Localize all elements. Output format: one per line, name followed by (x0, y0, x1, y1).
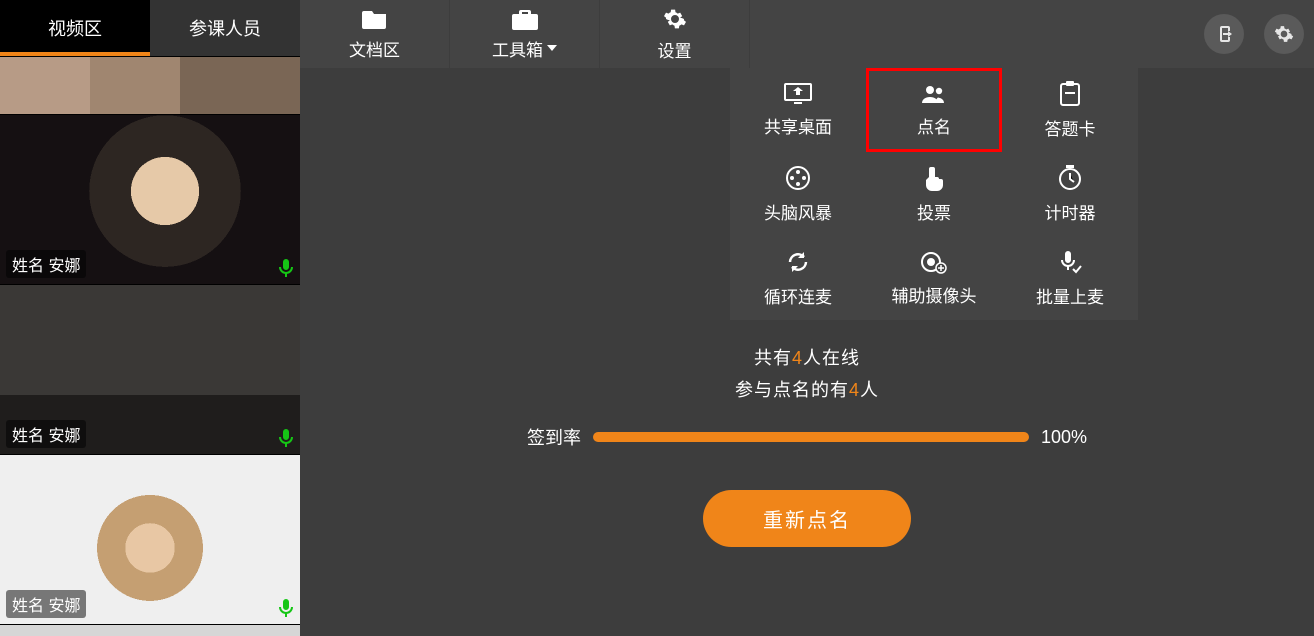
menu-answer-sheet-label: 答题卡 (1045, 115, 1096, 140)
mic-check-icon (1058, 249, 1082, 275)
menu-vote-label: 投票 (917, 199, 951, 224)
tab-participants-label: 参课人员 (189, 15, 261, 41)
briefcase-icon (512, 8, 538, 30)
menu-vote[interactable]: 投票 (866, 152, 1002, 236)
redo-label: 重新点名 (763, 510, 851, 532)
video-name-tag: 姓名 安娜 (6, 590, 86, 618)
progress-bar (593, 432, 1029, 442)
film-icon (785, 165, 811, 191)
tab-video-label: 视频区 (48, 15, 102, 41)
name-prefix: 姓名 (12, 598, 44, 615)
tool-docs[interactable]: 文档区 (300, 0, 450, 68)
joined-suffix: 人 (860, 380, 879, 400)
top-toolbar: 文档区 工具箱 设置 (300, 0, 1314, 68)
caret-down-icon (547, 45, 557, 51)
mic-icon (278, 258, 294, 278)
settings-round-button[interactable] (1264, 14, 1304, 54)
share-screen-icon (784, 83, 812, 105)
online-count: 4 (792, 348, 803, 368)
tool-toolbox-label: 工具箱 (492, 36, 557, 61)
left-panel: 视频区 参课人员 姓名 安娜 (0, 0, 300, 636)
hand-point-icon (923, 165, 945, 191)
video-list: 姓名 安娜 姓名 安娜 姓名 (0, 56, 300, 636)
video-cell[interactable]: 姓名 安娜 (0, 454, 300, 624)
mic-icon (278, 428, 294, 448)
clock-icon (1057, 165, 1083, 191)
exit-icon (1214, 24, 1234, 44)
camera-plus-icon (920, 250, 948, 274)
video-cell[interactable]: 姓名 安娜 (0, 284, 300, 454)
video-cell[interactable]: 姓名 安娜 (0, 114, 300, 284)
tab-video-area[interactable]: 视频区 (0, 0, 150, 56)
menu-timer-label: 计时器 (1045, 199, 1096, 224)
menu-aux-camera[interactable]: 辅助摄像头 (866, 236, 1002, 320)
clipboard-icon (1058, 81, 1082, 107)
main-area: 文档区 工具箱 设置 (300, 0, 1314, 636)
tool-settings-label: 设置 (658, 37, 692, 62)
tool-docs-label: 文档区 (349, 36, 400, 61)
name-value: 安娜 (48, 428, 80, 445)
video-cell[interactable]: 姓名 安娜 (0, 624, 300, 636)
rollcall-panel: 共有4人在线 参与点名的有4人 签到率 100% 重新点名 (527, 338, 1087, 547)
refresh-icon (785, 249, 811, 275)
mic-icon (278, 598, 294, 618)
folder-icon (362, 8, 388, 30)
online-line: 共有4人在线 (527, 344, 1087, 370)
rate-label: 签到率 (527, 424, 581, 450)
menu-roll-call-label: 点名 (917, 113, 951, 138)
menu-aux-camera-label: 辅助摄像头 (892, 282, 977, 307)
name-prefix: 姓名 (12, 428, 44, 445)
toolbox-menu: 共享桌面 点名 答题卡 头脑风暴 投票 计时器 (730, 68, 1138, 320)
menu-brainstorm[interactable]: 头脑风暴 (730, 152, 866, 236)
menu-share-screen-label: 共享桌面 (764, 113, 832, 138)
joined-prefix: 参与点名的有 (735, 380, 849, 400)
menu-timer[interactable]: 计时器 (1002, 152, 1138, 236)
tab-participants[interactable]: 参课人员 (150, 0, 300, 56)
menu-batch-mic-label: 批量上麦 (1036, 283, 1104, 308)
joined-line: 参与点名的有4人 (527, 376, 1087, 402)
name-prefix: 姓名 (12, 258, 44, 275)
joined-count: 4 (849, 380, 860, 400)
online-suffix: 人在线 (803, 348, 860, 368)
menu-share-screen[interactable]: 共享桌面 (730, 68, 866, 152)
video-name-tag: 姓名 安娜 (6, 250, 86, 278)
menu-roll-call[interactable]: 点名 (866, 68, 1002, 152)
left-tabs: 视频区 参课人员 (0, 0, 300, 56)
percent-label: 100% (1041, 427, 1087, 448)
progress-row: 签到率 100% (527, 424, 1087, 450)
redo-rollcall-button[interactable]: 重新点名 (703, 490, 911, 547)
menu-cycle-mic-label: 循环连麦 (764, 283, 832, 308)
menu-cycle-mic[interactable]: 循环连麦 (730, 236, 866, 320)
menu-batch-mic[interactable]: 批量上麦 (1002, 236, 1138, 320)
name-value: 安娜 (48, 598, 80, 615)
video-name-tag: 姓名 安娜 (6, 420, 86, 448)
gear-icon (663, 7, 687, 31)
exit-button[interactable] (1204, 14, 1244, 54)
menu-answer-sheet[interactable]: 答题卡 (1002, 68, 1138, 152)
tool-toolbox[interactable]: 工具箱 (450, 0, 600, 68)
online-prefix: 共有 (754, 348, 792, 368)
name-value: 安娜 (48, 258, 80, 275)
video-cell[interactable] (0, 56, 300, 114)
gear-icon (1274, 24, 1294, 44)
menu-brainstorm-label: 头脑风暴 (764, 199, 832, 224)
people-icon (920, 83, 948, 105)
tool-settings[interactable]: 设置 (600, 0, 750, 68)
